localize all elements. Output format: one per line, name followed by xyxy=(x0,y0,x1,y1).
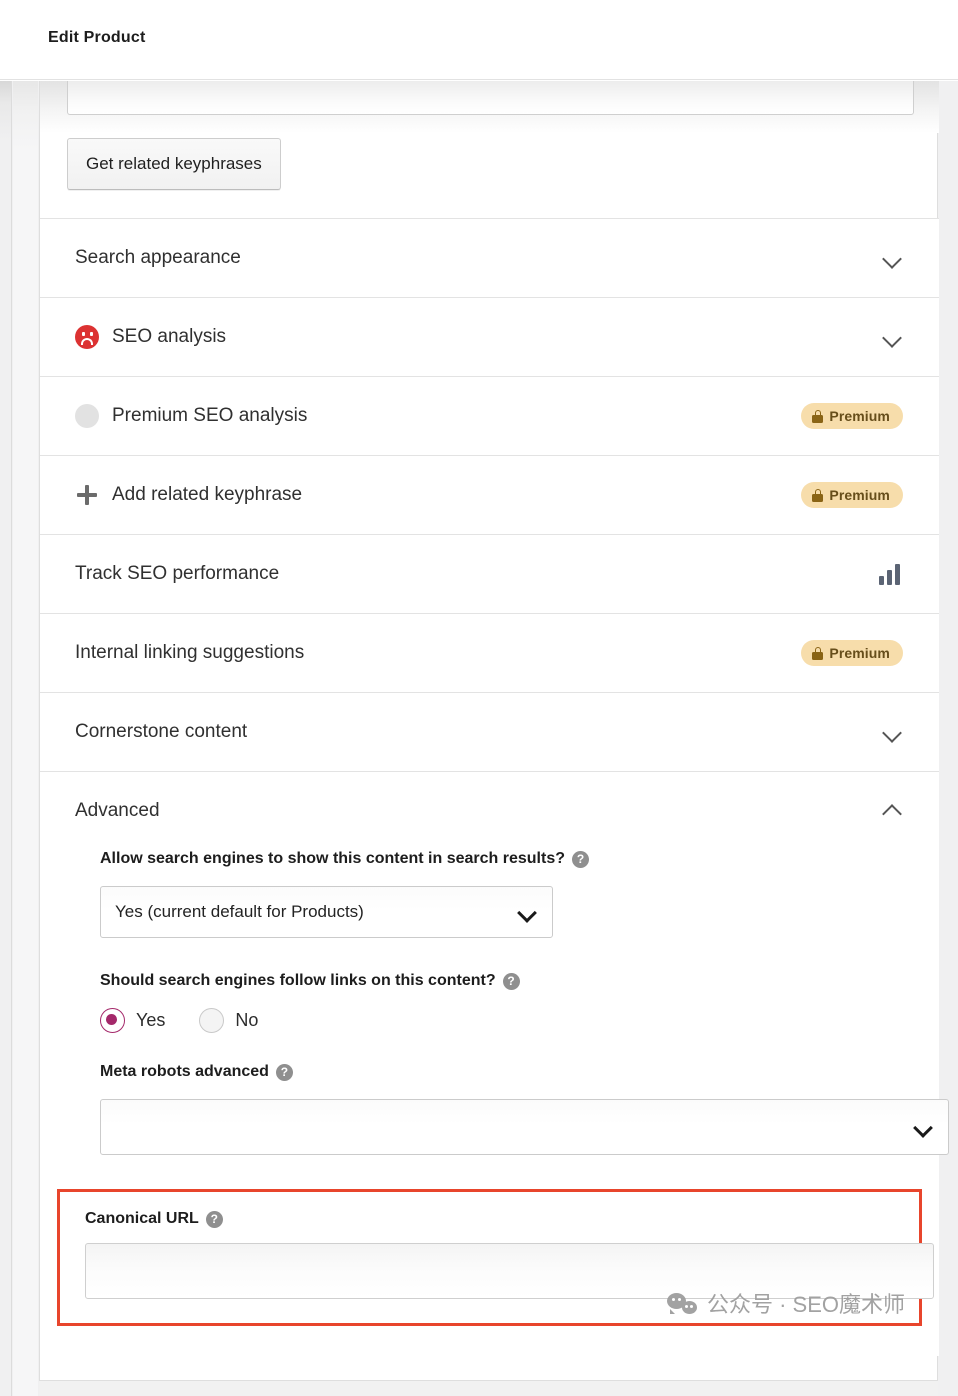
row-right: Premium xyxy=(801,482,903,508)
canonical-url-input[interactable] xyxy=(85,1243,934,1299)
chevron-down-icon[interactable] xyxy=(881,247,903,269)
follow-links-radio-group: Yes No xyxy=(100,1008,904,1033)
row-right xyxy=(881,326,903,348)
row-label: Advanced xyxy=(75,800,160,822)
meta-robots-advanced-label: Meta robots advanced ? xyxy=(100,1063,904,1081)
row-left: Track SEO performance xyxy=(75,563,279,585)
help-icon[interactable]: ? xyxy=(572,851,589,868)
page-title: Edit Product xyxy=(48,29,146,47)
sidebar-item-premium-seo-analysis[interactable]: Premium SEO analysis Premium xyxy=(40,376,939,455)
row-right xyxy=(881,800,903,822)
status-badge-label: Premium xyxy=(829,645,890,661)
row-right xyxy=(881,721,903,743)
follow-links-radio-yes[interactable]: Yes xyxy=(100,1008,165,1033)
row-left: Internal linking suggestions xyxy=(75,642,304,664)
window-header: Edit Product xyxy=(0,0,958,80)
row-label: Track SEO performance xyxy=(75,563,279,585)
status-badge-label: Premium xyxy=(829,487,890,503)
radio-label: No xyxy=(235,1010,258,1031)
plus-icon xyxy=(75,483,99,507)
grey-circle-icon xyxy=(75,404,99,428)
lock-icon xyxy=(812,410,823,423)
help-icon[interactable]: ? xyxy=(503,973,520,990)
row-right xyxy=(879,563,903,585)
sad-face-red-icon xyxy=(75,325,99,349)
chevron-down-icon[interactable] xyxy=(881,721,903,743)
row-label: Internal linking suggestions xyxy=(75,642,304,664)
advanced-panel-body: Allow search engines to show this conten… xyxy=(40,850,939,1356)
metabox-bottom-strip xyxy=(39,1380,938,1396)
row-left: Search appearance xyxy=(75,247,241,269)
canonical-url-label: Canonical URL ? xyxy=(85,1210,900,1228)
sidebar-item-search-appearance[interactable]: Search appearance xyxy=(40,218,939,297)
bar-chart-icon[interactable] xyxy=(879,563,903,585)
row-label: Premium SEO analysis xyxy=(112,405,307,427)
allow-index-select[interactable]: Yes (current default for Products) xyxy=(100,886,553,938)
row-left: Premium SEO analysis xyxy=(75,404,307,428)
row-left: Advanced xyxy=(75,800,160,822)
status-badge-premium[interactable]: Premium xyxy=(801,482,903,508)
allow-index-select-value: Yes (current default for Products) xyxy=(115,902,364,922)
status-badge-premium[interactable]: Premium xyxy=(801,403,903,429)
follow-links-radio-no[interactable]: No xyxy=(199,1008,258,1033)
chevron-up-icon[interactable] xyxy=(881,800,903,822)
status-badge-label: Premium xyxy=(829,408,890,424)
follow-links-label: Should search engines follow links on th… xyxy=(100,972,904,990)
row-right: Premium xyxy=(801,403,903,429)
row-right: Premium xyxy=(801,640,903,666)
sidebar-item-internal-linking-suggestions[interactable]: Internal linking suggestions Premium xyxy=(40,613,939,692)
radio-dot xyxy=(100,1008,125,1033)
row-label: Cornerstone content xyxy=(75,721,247,743)
sidebar-item-advanced[interactable]: Advanced xyxy=(40,771,939,850)
row-left: Cornerstone content xyxy=(75,721,247,743)
chevron-down-icon[interactable] xyxy=(881,326,903,348)
row-label: Add related keyphrase xyxy=(112,484,302,506)
sidebar-item-cornerstone-content[interactable]: Cornerstone content xyxy=(40,692,939,771)
row-right xyxy=(881,247,903,269)
lock-icon xyxy=(812,647,823,660)
sidebar-item-add-related-keyphrase[interactable]: Add related keyphrase Premium xyxy=(40,455,939,534)
canonical-url-highlight: Canonical URL ? 公众号 · SEO魔术师 xyxy=(57,1189,922,1326)
related-keyphrase-input[interactable] xyxy=(67,81,914,115)
collapsible-rows: Search appearance SEO analysis xyxy=(40,218,939,1356)
chevron-down-icon xyxy=(915,1120,931,1136)
get-related-keyphrases-button[interactable]: Get related keyphrases xyxy=(67,138,281,190)
row-left: SEO analysis xyxy=(75,325,226,349)
radio-label: Yes xyxy=(136,1010,165,1031)
left-gutter xyxy=(0,81,12,1396)
row-left: Add related keyphrase xyxy=(75,483,302,507)
lock-icon xyxy=(812,489,823,502)
allow-index-label: Allow search engines to show this conten… xyxy=(100,850,904,868)
help-icon[interactable]: ? xyxy=(206,1211,223,1228)
sidebar-item-track-seo-performance[interactable]: Track SEO performance xyxy=(40,534,939,613)
status-badge-premium[interactable]: Premium xyxy=(801,640,903,666)
sidebar-item-seo-analysis[interactable]: SEO analysis xyxy=(40,297,939,376)
row-label: SEO analysis xyxy=(112,326,226,348)
yoast-seo-metabox: Get related keyphrases Search appearance… xyxy=(39,81,938,1396)
radio-dot xyxy=(199,1008,224,1033)
left-secondary-gutter xyxy=(13,81,38,1396)
chevron-down-icon xyxy=(519,905,535,921)
row-label: Search appearance xyxy=(75,247,241,269)
page-canvas: Get related keyphrases Search appearance… xyxy=(0,81,958,1396)
meta-robots-advanced-select[interactable] xyxy=(100,1099,949,1155)
help-icon[interactable]: ? xyxy=(276,1064,293,1081)
